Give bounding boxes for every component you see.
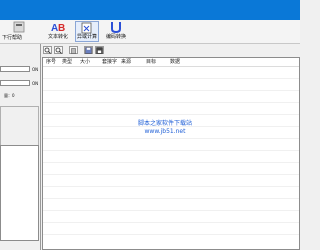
packet-grid[interactable]: 序号 类型 大小 套接字 来源 目标 数据 [42, 57, 300, 250]
column-header[interactable]: 来源 [121, 59, 131, 65]
main-toolbar: 下行帮助 A B 文本转化 异或计算 编码转换 [0, 20, 300, 44]
watermark-line-1: 脚本之家软件下载站 [137, 120, 192, 127]
grid-row-line [43, 102, 299, 103]
grid-row-line [43, 90, 299, 91]
toolbar-help-label: 下行帮助 [2, 35, 23, 41]
toolbar-button-help[interactable]: 下行帮助 [0, 21, 38, 42]
search-icon [44, 47, 51, 54]
xor-calc-icon [81, 22, 92, 34]
left-count-label: 量：0 [4, 93, 15, 98]
right-panel: 序号 类型 大小 套接字 来源 目标 数据 [42, 44, 300, 250]
column-header[interactable]: 序号 [46, 59, 56, 65]
grid-row-line [43, 162, 299, 163]
left-list-box[interactable] [0, 145, 39, 241]
encode-convert-label: 编码转换 [105, 34, 126, 40]
grid-search-button[interactable] [43, 46, 52, 54]
grid-toolbar [42, 44, 300, 56]
column-header[interactable]: 类型 [62, 59, 72, 65]
export-icon [96, 46, 103, 54]
grid-row-line [43, 114, 299, 115]
column-header[interactable]: 数据 [170, 59, 180, 65]
grid-row-line [43, 150, 299, 151]
trash-icon [71, 47, 76, 54]
toolbar-button-text-convert[interactable]: A B 文本转化 [46, 21, 70, 42]
find-next-icon [55, 47, 62, 54]
grid-row-line [43, 198, 299, 199]
left-panel: ON ON 量：0 [0, 44, 41, 250]
grid-row-line [43, 234, 299, 235]
watermark-line-2: www.jb51.net [144, 128, 186, 135]
column-header[interactable]: 套接字 [102, 59, 117, 65]
left-input-2[interactable] [0, 80, 30, 86]
xor-calc-label: 异或计算 [76, 34, 97, 40]
column-header[interactable]: 大小 [80, 59, 90, 65]
grid-row-line [43, 78, 299, 79]
toolbar-help-icon [13, 21, 25, 33]
toolbar-button-encode-convert[interactable]: 编码转换 [104, 21, 128, 42]
text-convert-label: 文本转化 [47, 34, 68, 40]
left-input-1[interactable] [0, 66, 30, 72]
grid-clear-button[interactable] [69, 46, 78, 54]
grid-header: 序号 类型 大小 套接字 来源 目标 数据 [43, 58, 299, 67]
grid-find-next-button[interactable] [54, 46, 63, 54]
grid-row-line [43, 186, 299, 187]
svg-text:B: B [58, 23, 65, 34]
grid-save-button[interactable] [84, 46, 93, 54]
grid-row-line [43, 222, 299, 223]
column-header[interactable]: 目标 [146, 59, 156, 65]
text-convert-icon: A B [51, 23, 65, 34]
left-input-1-suffix: ON [32, 67, 39, 72]
left-input-2-suffix: ON [32, 81, 39, 86]
watermark: 脚本之家软件下载站 www.jb51.net [110, 120, 220, 136]
save-icon [85, 46, 92, 54]
grid-row-line [43, 174, 299, 175]
title-bar [0, 0, 300, 20]
grid-row-line [43, 210, 299, 211]
toolbar-button-xor-calc[interactable]: 异或计算 [75, 21, 99, 42]
grid-row-line [43, 138, 299, 139]
grid-export-button[interactable] [95, 46, 104, 54]
encode-convert-icon [111, 22, 121, 34]
